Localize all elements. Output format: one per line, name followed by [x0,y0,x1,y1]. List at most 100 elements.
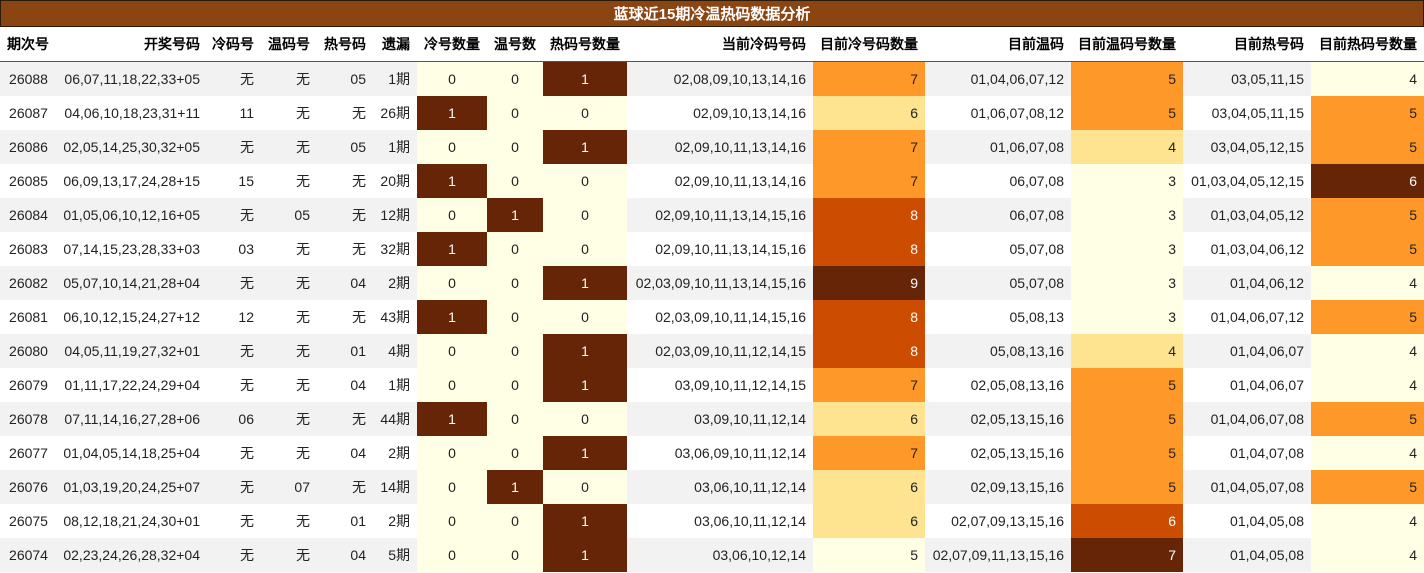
cell-issue: 26074 [0,538,57,572]
cell-hot-count: 1 [543,61,627,96]
table-title: 蓝球近15期冷温热码数据分析 [0,0,1424,27]
cell-current-warm-count: 5 [1071,470,1183,504]
cell-current-cold: 02,09,10,13,14,16 [627,96,813,130]
cell-current-warm: 02,07,09,11,13,15,16 [925,538,1071,572]
cell-cold-count: 0 [417,61,487,96]
cell-current-cold-count: 8 [813,334,925,368]
cell-issue: 26077 [0,436,57,470]
cell-hot-count: 1 [543,538,627,572]
cell-current-warm-count: 5 [1071,436,1183,470]
cell-warm-code: 无 [261,538,317,572]
cell-current-hot: 01,04,06,07,12 [1183,300,1311,334]
cell-current-hot: 01,04,05,08 [1183,538,1311,572]
cell-warm-count: 0 [487,130,543,164]
cell-cold-code: 无 [207,538,261,572]
cell-current-hot: 03,04,05,11,15 [1183,96,1311,130]
cell-warm-code: 无 [261,61,317,96]
cell-current-cold: 03,06,09,10,11,12,14 [627,436,813,470]
cell-current-warm: 02,09,13,15,16 [925,470,1071,504]
cell-current-cold-count: 7 [813,61,925,96]
cell-warm-count: 0 [487,504,543,538]
cell-issue: 26088 [0,61,57,96]
cell-current-hot-count: 4 [1311,266,1424,300]
col-header-current-cold: 当前冷码号码 [627,27,813,62]
cell-current-hot: 01,03,04,05,12,15 [1183,164,1311,198]
cell-hot-code: 04 [317,368,373,402]
cell-issue: 26078 [0,402,57,436]
cell-current-cold-count: 7 [813,368,925,402]
cell-current-cold: 02,09,10,11,13,14,16 [627,164,813,198]
cell-current-hot-count: 4 [1311,504,1424,538]
cell-current-cold: 03,06,10,12,14 [627,538,813,572]
cell-current-cold-count: 7 [813,436,925,470]
cell-omission: 4期 [373,334,417,368]
cell-current-hot-count: 6 [1311,164,1424,198]
col-header-current-hot-count: 目前热码号数量 [1311,27,1424,62]
cell-current-cold-count: 7 [813,130,925,164]
cell-draw-numbers: 05,07,10,14,21,28+04 [57,266,207,300]
cell-cold-count: 0 [417,130,487,164]
cell-current-warm: 05,07,08 [925,232,1071,266]
cell-draw-numbers: 01,04,05,14,18,25+04 [57,436,207,470]
cell-current-hot-count: 4 [1311,538,1424,572]
cell-omission: 20期 [373,164,417,198]
cell-cold-code: 无 [207,334,261,368]
cell-issue: 26083 [0,232,57,266]
cell-cold-count: 0 [417,470,487,504]
cell-warm-code: 05 [261,198,317,232]
cell-cold-code: 06 [207,402,261,436]
cell-draw-numbers: 01,03,19,20,24,25+07 [57,470,207,504]
cell-current-hot-count: 4 [1311,61,1424,96]
cell-hot-code: 无 [317,232,373,266]
cell-draw-numbers: 08,12,18,21,24,30+01 [57,504,207,538]
cell-current-cold: 02,03,09,10,11,14,15,16 [627,300,813,334]
table-row: 26088 06,07,11,18,22,33+05 无无 05 1期 0 0 1 02,08,… [0,61,1424,96]
cell-current-warm-count: 3 [1071,164,1183,198]
cell-current-cold-count: 6 [813,470,925,504]
cell-hot-code: 无 [317,96,373,130]
cell-current-hot-count: 5 [1311,232,1424,266]
col-header-issue: 期次号 [0,27,57,62]
cell-cold-code: 12 [207,300,261,334]
cell-warm-code: 无 [261,436,317,470]
cell-current-warm: 05,08,13,16 [925,334,1071,368]
cell-warm-code: 无 [261,232,317,266]
cell-cold-code: 无 [207,266,261,300]
table-row: 26083 07,14,15,23,28,33+03 03 无无 32期 1 0 0 02,09… [0,232,1424,266]
cell-cold-count: 1 [417,300,487,334]
cell-current-warm: 02,05,13,15,16 [925,402,1071,436]
cell-cold-code: 无 [207,436,261,470]
cell-current-warm-count: 6 [1071,504,1183,538]
cell-draw-numbers: 07,11,14,16,27,28+06 [57,402,207,436]
cell-draw-numbers: 07,14,15,23,28,33+03 [57,232,207,266]
cell-hot-count: 1 [543,368,627,402]
cell-current-cold-count: 8 [813,198,925,232]
cell-current-cold: 03,09,10,11,12,14,15 [627,368,813,402]
cell-current-hot-count: 5 [1311,130,1424,164]
table-row: 26076 01,03,19,20,24,25+07 无 07 无 14期 0 1 0 03,06… [0,470,1424,504]
cell-cold-count: 0 [417,198,487,232]
cell-cold-code: 15 [207,164,261,198]
cell-current-cold: 02,09,10,11,13,14,16 [627,130,813,164]
analysis-table: 期次号 开奖号码 冷码号 温码号 热号码 遗漏 冷号数量 温号数 热码号数量 当… [0,27,1424,572]
cell-hot-count: 0 [543,164,627,198]
cell-draw-numbers: 06,10,12,15,24,27+12 [57,300,207,334]
col-header-current-warm-count: 目前温码号数量 [1071,27,1183,62]
cell-warm-count: 0 [487,96,543,130]
cell-warm-count: 0 [487,538,543,572]
cell-current-warm: 01,06,07,08,12 [925,96,1071,130]
cell-current-cold-count: 8 [813,232,925,266]
cell-current-hot: 01,04,07,08 [1183,436,1311,470]
cell-cold-code: 无 [207,504,261,538]
cell-hot-code: 无 [317,470,373,504]
cell-warm-count: 0 [487,232,543,266]
cell-cold-count: 1 [417,232,487,266]
cell-draw-numbers: 02,23,24,26,28,32+04 [57,538,207,572]
cell-current-warm: 05,08,13 [925,300,1071,334]
cell-warm-count: 0 [487,300,543,334]
col-header-warm-count: 温号数 [487,27,543,62]
cell-current-hot: 03,05,11,15 [1183,61,1311,96]
cell-current-hot-count: 5 [1311,198,1424,232]
cell-current-warm-count: 7 [1071,538,1183,572]
cell-current-warm-count: 3 [1071,198,1183,232]
